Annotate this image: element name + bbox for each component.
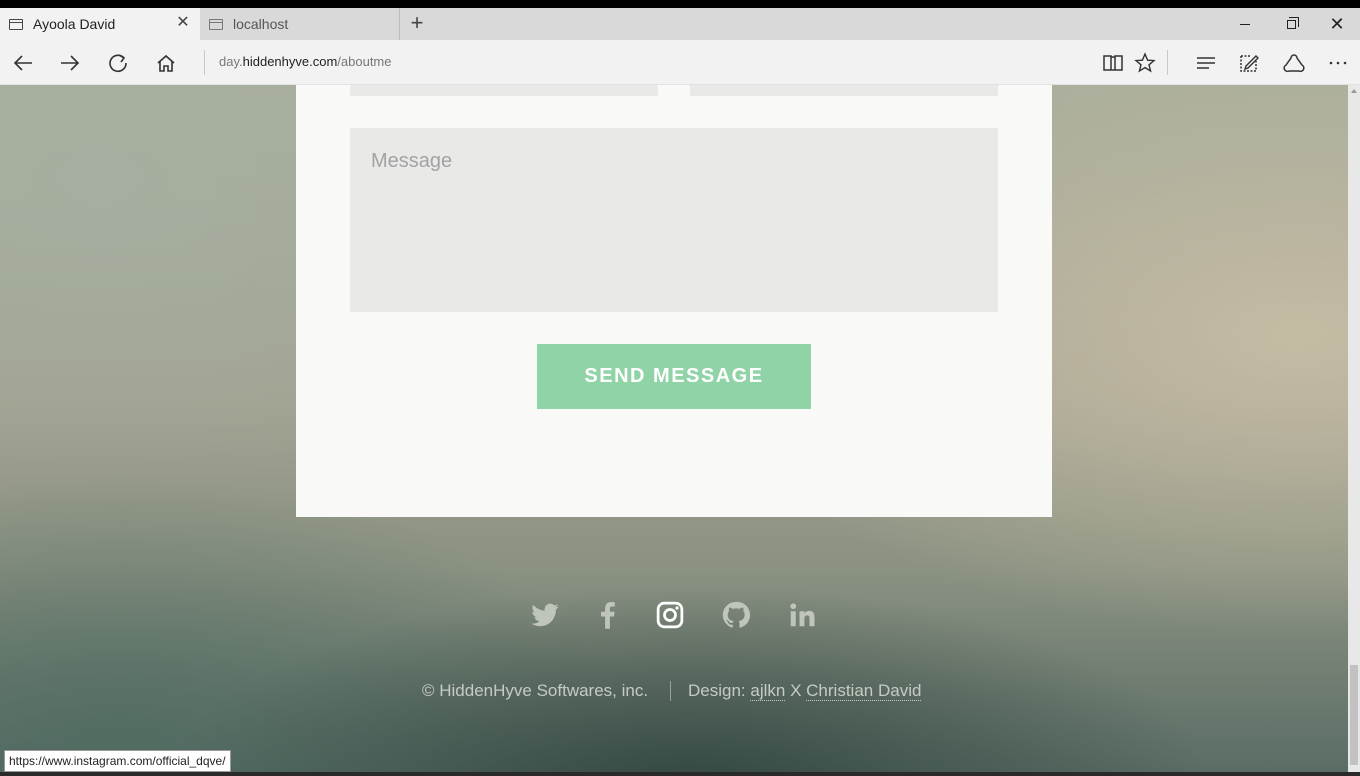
url-subdomain: day.: [219, 54, 243, 69]
bottom-frame-edge: [0, 772, 1360, 776]
linkedin-icon[interactable]: [784, 597, 820, 633]
share-icon: [1283, 53, 1305, 72]
minimize-icon: [1240, 23, 1250, 25]
address-divider: [204, 50, 205, 75]
restore-icon: [1286, 16, 1299, 29]
tab-localhost[interactable]: localhost: [200, 8, 400, 40]
tab-title: Ayoola David: [33, 16, 116, 32]
designer-link-ajlkn[interactable]: ajlkn: [750, 681, 786, 701]
scrollbar-thumb[interactable]: [1350, 665, 1358, 765]
tab-title: localhost: [233, 16, 289, 32]
share-button[interactable]: [1271, 40, 1317, 85]
design-label: Design:: [688, 681, 746, 700]
designer-link-christian-david[interactable]: Christian David: [806, 681, 922, 701]
contact-form-card: SEND MESSAGE: [296, 85, 1052, 517]
forward-button[interactable]: [47, 40, 93, 85]
more-button[interactable]: [1315, 40, 1360, 85]
twitter-icon-glyph: [531, 603, 559, 627]
footer-divider: [670, 681, 671, 701]
close-window-button[interactable]: ✕: [1314, 8, 1360, 40]
web-note-icon: [1240, 54, 1259, 72]
address-bar-row: day.hiddenhyve.com/aboutme: [0, 40, 1360, 85]
vertical-scrollbar[interactable]: [1348, 85, 1360, 776]
top-frame-strip: [0, 0, 1360, 8]
page-icon: [209, 18, 223, 30]
send-message-button[interactable]: SEND MESSAGE: [537, 344, 811, 409]
home-icon: [157, 54, 175, 72]
toolbar-divider: [1167, 50, 1168, 75]
scroll-up-icon[interactable]: [1351, 89, 1357, 93]
url-host: hiddenhyve.com: [242, 54, 338, 69]
tab-bar: Ayoola David ✕ localhost + ✕: [0, 8, 1360, 40]
tab-ayoola-david[interactable]: Ayoola David ✕: [0, 8, 200, 40]
facebook-icon[interactable]: [590, 597, 626, 633]
restore-button[interactable]: [1268, 8, 1314, 40]
hub-icon: [1197, 56, 1215, 69]
copyright-text: © HiddenHyve Softwares, inc.: [422, 681, 649, 700]
forward-arrow-icon: [61, 54, 80, 71]
back-button[interactable]: [0, 40, 46, 85]
url-field[interactable]: day.hiddenhyve.com/aboutme: [219, 54, 391, 69]
social-links: [0, 597, 1348, 633]
refresh-button[interactable]: [95, 40, 141, 85]
star-icon: [1134, 51, 1156, 72]
name-field[interactable]: [350, 85, 658, 96]
instagram-icon-glyph: [656, 601, 684, 629]
page-icon: [9, 18, 23, 30]
web-note-button[interactable]: [1226, 40, 1272, 85]
instagram-icon[interactable]: [652, 597, 688, 633]
new-tab-button[interactable]: +: [400, 8, 434, 40]
back-arrow-icon: [13, 54, 32, 71]
credits-separator: X: [790, 681, 802, 700]
close-icon: ✕: [1329, 14, 1345, 34]
design-credits: Design: ajlkn X Christian David: [688, 681, 922, 701]
message-field[interactable]: [350, 128, 998, 312]
linkedin-icon-glyph: [790, 603, 815, 627]
github-icon-glyph: [722, 601, 751, 628]
home-button[interactable]: [143, 40, 189, 85]
refresh-icon: [109, 53, 127, 72]
close-tab-icon[interactable]: ✕: [176, 15, 190, 31]
facebook-icon-glyph: [601, 602, 615, 629]
hub-button[interactable]: [1183, 40, 1229, 85]
page-viewport: SEND MESSAGE © HiddenHyve Softwares, inc…: [0, 85, 1348, 776]
github-icon[interactable]: [718, 597, 754, 633]
url-path: /aboutme: [337, 54, 392, 69]
book-icon: [1103, 54, 1123, 71]
minimize-button[interactable]: [1222, 8, 1268, 40]
email-field[interactable]: [690, 85, 998, 96]
twitter-icon[interactable]: [527, 597, 563, 633]
favorite-button[interactable]: [1122, 40, 1168, 85]
more-icon: [1329, 61, 1347, 64]
status-bar-url: https://www.instagram.com/official_dqve/: [4, 750, 231, 772]
